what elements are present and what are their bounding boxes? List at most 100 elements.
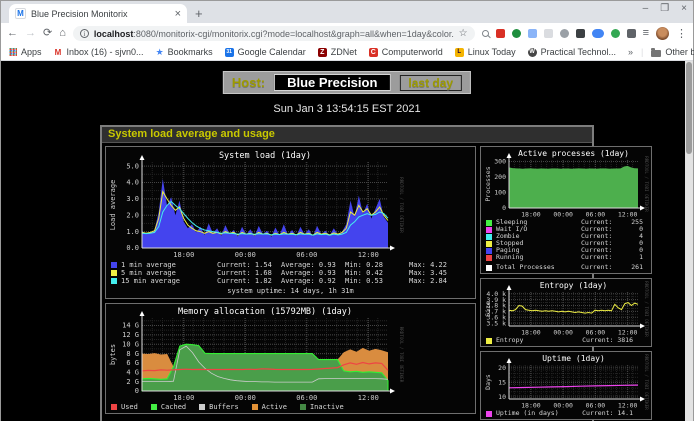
- mail-extension-icon[interactable]: [496, 29, 505, 38]
- svg-text:12:00: 12:00: [358, 251, 379, 259]
- legend-text: Average: 0.92: [281, 277, 345, 285]
- svg-text:14 G: 14 G: [122, 322, 139, 330]
- svg-text:Processes: Processes: [484, 166, 492, 201]
- svg-text:12:00: 12:00: [358, 394, 379, 402]
- pages-extension-icon[interactable]: [528, 29, 537, 38]
- svg-text:Uptime (1day): Uptime (1day): [542, 354, 605, 363]
- legend-row: 15 min averageCurrent: 1.82Average: 0.92…: [108, 277, 473, 285]
- legend-chip: [252, 404, 258, 410]
- dark-extension-icon[interactable]: [576, 29, 585, 38]
- svg-text:RRDTOOL / TOBI OETIKER: RRDTOOL / TOBI OETIKER: [399, 327, 404, 383]
- legend-text: Current: 1.54: [217, 261, 281, 269]
- active-processes-panel: 010020030018:0000:0006:0012:00Active pro…: [480, 146, 652, 274]
- site-info-icon[interactable]: i: [80, 29, 89, 38]
- svg-text:100: 100: [494, 189, 506, 197]
- forward-icon[interactable]: →: [25, 28, 36, 39]
- legend-chip: [486, 220, 492, 226]
- browser-menu-icon[interactable]: ⋮: [676, 27, 687, 40]
- bookmarks-overflow-chevron[interactable]: »: [628, 47, 633, 57]
- uptime-graph[interactable]: 10152018:0000:0006:0012:00Uptime (1day)D…: [483, 354, 649, 410]
- svg-text:bytes: bytes: [109, 344, 117, 365]
- minimize-button[interactable]: –: [643, 3, 649, 15]
- svg-text:18:00: 18:00: [521, 329, 541, 337]
- back-icon[interactable]: ←: [7, 28, 18, 39]
- svg-text:RRDTOOL / TOBI OETIKER: RRDTOOL / TOBI OETIKER: [644, 281, 649, 337]
- host-header: Host: Blue Precision last day: [223, 71, 471, 94]
- tab-close-icon[interactable]: ×: [175, 9, 181, 19]
- bookmark-google-calendar[interactable]: 31Google Calendar: [225, 47, 306, 57]
- search-extension-icon[interactable]: [482, 30, 489, 37]
- svg-text:18:00: 18:00: [173, 394, 194, 402]
- svg-text:0.0: 0.0: [126, 244, 139, 252]
- entropy-legend: EntropyCurrent: 3816: [483, 337, 649, 344]
- svg-text:12 G: 12 G: [122, 331, 139, 339]
- svg-text:5.0: 5.0: [126, 162, 139, 170]
- address-bar: ← → ⟳ ⌂ i localhost:8080/monitorix-cgi/m…: [1, 23, 693, 44]
- svg-text:RRDTOOL / TOBI OETIKER: RRDTOOL / TOBI OETIKER: [399, 177, 404, 233]
- legend-text: 261: [623, 264, 649, 271]
- other-bookmarks-button[interactable]: Other bookmarks: [651, 47, 694, 57]
- legend-row: RunningCurrent:1: [483, 254, 649, 261]
- extensions-puzzle-icon[interactable]: [627, 29, 636, 38]
- window-close-button[interactable]: ×: [681, 3, 687, 15]
- chart-svg: 010020030018:0000:0006:0012:00Active pro…: [483, 149, 649, 219]
- legend-text: 1 min average: [121, 261, 217, 269]
- browser-window: M Blue Precision Monitorix × + – ❐ × ← →…: [0, 0, 694, 421]
- session-extension-icon[interactable]: [512, 29, 521, 38]
- time-range-selector[interactable]: last day: [399, 75, 462, 91]
- system-load-graph[interactable]: 0.01.02.03.04.05.018:0000:0006:0012:00Sy…: [108, 149, 473, 261]
- legend-chip: [151, 404, 157, 410]
- svg-text:Load average: Load average: [109, 180, 117, 231]
- svg-text:3.0: 3.0: [126, 195, 139, 203]
- svg-text:00:00: 00:00: [553, 329, 573, 337]
- page-scrollbar[interactable]: [685, 61, 693, 421]
- legend-text: 5 min average: [121, 269, 217, 277]
- reload-icon[interactable]: ⟳: [43, 28, 52, 39]
- legend-text: 0: [623, 247, 649, 254]
- maximize-button[interactable]: ❐: [660, 3, 669, 15]
- gray-extension-icon[interactable]: [544, 29, 553, 38]
- svg-text:300: 300: [494, 158, 506, 166]
- url-input[interactable]: i localhost:8080/monitorix-cgi/monitorix…: [73, 26, 475, 41]
- bookmark-linux-today[interactable]: LLinux Today: [455, 47, 516, 57]
- svg-text:6 G: 6 G: [126, 359, 139, 367]
- legend-text: Buffers: [209, 403, 239, 411]
- bookmarks-bar: Apps MInbox (16) - sjvn0... ★Bookmarks 3…: [1, 44, 693, 61]
- url-host: localhost: [94, 29, 134, 39]
- browser-tab[interactable]: M Blue Precision Monitorix ×: [9, 4, 187, 23]
- oval-extension-icon[interactable]: [592, 29, 604, 38]
- speaker-extension-icon[interactable]: [560, 29, 569, 38]
- entropy-graph[interactable]: 3.5 k3.6 k3.7 k3.8 k3.9 k4.0 k18:0000:00…: [483, 281, 649, 337]
- home-icon[interactable]: ⌂: [59, 28, 66, 39]
- svg-text:0: 0: [502, 204, 506, 212]
- profile-avatar[interactable]: [656, 27, 669, 40]
- reading-list-icon[interactable]: ≡: [643, 28, 649, 39]
- svg-text:RRDTOOL / TOBI OETIKER: RRDTOOL / TOBI OETIKER: [644, 354, 649, 410]
- bookmark-computerworld[interactable]: CComputerworld: [369, 47, 443, 57]
- memory-allocation-panel: 02 G4 G6 G8 G10 G12 G14 G18:0000:0006:00…: [105, 303, 476, 414]
- bookmark-bookmarks[interactable]: ★Bookmarks: [156, 47, 213, 58]
- entropy-panel: 3.5 k3.6 k3.7 k3.8 k3.9 k4.0 k18:0000:00…: [480, 278, 652, 347]
- folder-icon: [651, 50, 661, 57]
- bookmark-practical-technology[interactable]: WPractical Technol...: [528, 47, 616, 57]
- monitorix-page: Host: Blue Precision last day Sun Jan 3 …: [1, 61, 693, 421]
- chart-svg: 10152018:0000:0006:0012:00Uptime (1day)D…: [483, 354, 649, 410]
- scrollbar-thumb[interactable]: [686, 62, 692, 154]
- legend-chip: [486, 411, 492, 417]
- memory-allocation-graph[interactable]: 02 G4 G6 G8 G10 G12 G14 G18:0000:0006:00…: [108, 306, 473, 403]
- new-tab-button[interactable]: +: [187, 6, 213, 23]
- legend-chip: [486, 265, 492, 271]
- bookmark-inbox[interactable]: MInbox (16) - sjvn0...: [54, 47, 144, 57]
- bookmark-star-icon[interactable]: ☆: [459, 28, 468, 39]
- host-label: Host:: [232, 75, 265, 90]
- legend-text: 255: [623, 219, 649, 226]
- bookmark-zdnet[interactable]: ZZDNet: [318, 47, 357, 57]
- svg-text:Size: Size: [484, 301, 492, 317]
- bookmark-apps[interactable]: Apps: [9, 47, 42, 57]
- legend-chip: [486, 227, 492, 233]
- legend-text: 4: [623, 233, 649, 240]
- computerworld-icon: C: [369, 48, 378, 57]
- active-processes-graph[interactable]: 010020030018:0000:0006:0012:00Active pro…: [483, 149, 649, 219]
- green-extension-icon[interactable]: [611, 29, 620, 38]
- url-rest: :8080/monitorix-cgi/monitorix.cgi?mode=l…: [133, 29, 453, 39]
